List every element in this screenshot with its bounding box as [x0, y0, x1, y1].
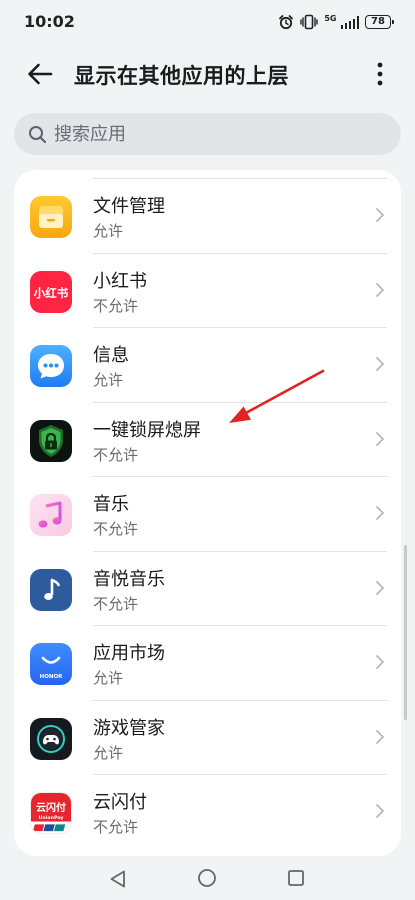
chevron-right-icon: [376, 729, 384, 744]
app-permission-status: 不允许: [93, 520, 139, 538]
status-time: 10:02: [24, 12, 75, 31]
app-row-music[interactable]: 音乐 不允许: [14, 477, 401, 552]
status-icons: 5G 78: [278, 13, 394, 31]
app-permission-status: 允许: [93, 743, 124, 762]
app-row-yinyue-music[interactable]: 音悦音乐 不允许: [14, 552, 401, 626]
nav-back-icon[interactable]: [108, 869, 128, 889]
music-icon: [30, 494, 72, 536]
app-row-messages[interactable]: 信息 允许: [14, 328, 401, 403]
app-permission-status: 不允许: [93, 296, 139, 315]
battery-level: 78: [371, 16, 385, 27]
app-name: 应用市场: [93, 643, 165, 664]
app-list: 文件管理 允许 小红书 小红书 不允许 信息 允许 一键锁屏熄屏 不允许 音乐 …: [14, 179, 401, 850]
chevron-right-icon: [376, 431, 384, 446]
back-arrow-icon[interactable]: [26, 61, 54, 87]
unionpay-icon-label: 云闪付: [36, 801, 66, 814]
app-row-app-market[interactable]: HONOR 应用市场 允许: [14, 626, 401, 701]
xiaohongshu-icon-label: 小红书: [33, 286, 69, 300]
scrollbar-thumb[interactable]: [404, 545, 407, 720]
app-name: 一键锁屏熄屏: [93, 419, 201, 441]
app-name: 音乐: [93, 494, 129, 515]
navigation-bar: [0, 856, 415, 900]
search-input[interactable]: [54, 113, 384, 155]
app-permission-status: 允许: [93, 669, 124, 687]
alarm-icon: [279, 15, 294, 30]
xiaohongshu-icon: 小红书: [30, 270, 72, 313]
network-type-label: 5G: [324, 14, 337, 23]
status-bar: 10:02 5G 78: [0, 0, 415, 44]
app-name: 游戏管家: [93, 717, 165, 739]
app-market-icon: HONOR: [30, 643, 72, 685]
chevron-right-icon: [376, 580, 384, 595]
search-icon: [29, 126, 47, 144]
chevron-right-icon: [376, 282, 384, 297]
app-name: 音悦音乐: [93, 568, 165, 590]
app-market-icon-label: HONOR: [40, 674, 64, 680]
chevron-right-icon: [376, 804, 384, 818]
file-manager-icon: [30, 196, 72, 238]
app-name: 小红书: [93, 270, 147, 292]
vibrate-icon: [300, 14, 319, 30]
app-list-card: 文件管理 允许 小红书 小红书 不允许 信息 允许 一键锁屏熄屏 不允许 音乐 …: [14, 170, 401, 856]
search-bar[interactable]: [14, 113, 401, 155]
app-row-xiaohongshu[interactable]: 小红书 小红书 不允许: [14, 254, 401, 328]
app-permission-status: 不允许: [93, 445, 139, 464]
more-options-icon[interactable]: [368, 59, 392, 89]
app-name: 云闪付: [93, 792, 147, 813]
lock-screen-icon: [30, 419, 72, 462]
app-row-lock-screen[interactable]: 一键锁屏熄屏 不允许: [14, 403, 401, 477]
yinyue-music-icon: [30, 568, 72, 611]
chevron-right-icon: [376, 208, 384, 222]
nav-home-icon[interactable]: [197, 868, 217, 888]
battery-icon: 78: [365, 15, 394, 29]
chevron-right-icon: [376, 506, 384, 520]
messages-icon: [30, 345, 72, 387]
app-row-game-manager[interactable]: 游戏管家 允许: [14, 701, 401, 775]
app-permission-status: 不允许: [93, 818, 139, 836]
signal-icon: [340, 15, 359, 29]
app-name: 文件管理: [93, 196, 165, 217]
app-permission-status: 允许: [93, 371, 124, 389]
app-row-file-manager[interactable]: 文件管理 允许: [14, 179, 401, 254]
unionpay-icon-sublabel: UnionPay: [38, 815, 64, 821]
nav-recent-apps-icon[interactable]: [287, 869, 305, 887]
chevron-right-icon: [376, 655, 384, 669]
header: 显示在其他应用的上层: [0, 44, 415, 104]
app-permission-status: 不允许: [93, 594, 139, 613]
chevron-right-icon: [376, 357, 384, 371]
app-row-unionpay[interactable]: 云闪付 UnionPay 云闪付 不允许: [14, 775, 401, 850]
game-manager-icon: [30, 717, 72, 760]
app-permission-status: 允许: [93, 222, 124, 240]
app-name: 信息: [93, 345, 129, 366]
page-title: 显示在其他应用的上层: [74, 64, 289, 88]
unionpay-icon: 云闪付 UnionPay: [30, 792, 72, 834]
